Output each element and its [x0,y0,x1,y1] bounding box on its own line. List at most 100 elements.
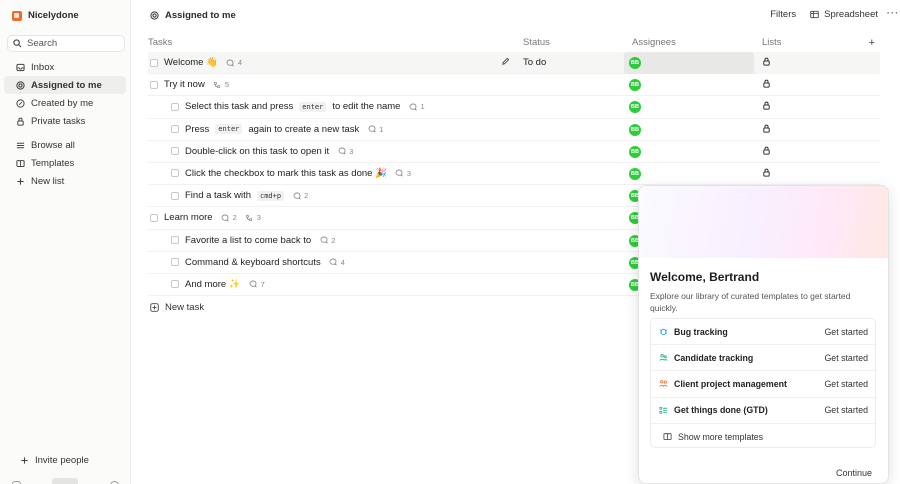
column-tasks[interactable]: Tasks [148,37,172,48]
task-name[interactable]: Double-click on this task to open it 3 [171,146,353,157]
template-item[interactable]: Get things done (GTD) Get started [651,398,875,424]
subtask-icon [213,80,222,89]
template-name: Client project management [674,378,787,389]
lock-icon [762,146,771,155]
new-task-button[interactable]: New task [150,302,204,313]
sidebar-item-assigned[interactable]: Assigned to me [4,76,126,94]
avatar: BB [629,101,641,114]
task-checkbox[interactable] [171,125,179,134]
table-row[interactable]: Double-click on this task to open it 3 BB [148,141,880,163]
more-options-icon[interactable]: ··· [886,8,900,19]
assignee-cell[interactable]: BB [624,52,754,74]
book-icon [16,159,25,168]
table-row[interactable]: Try it now 5 BB [148,74,880,97]
subtask-icon [245,213,254,222]
assignee-cell[interactable]: BB [624,119,754,141]
topbar: Assigned to me Filters Spreadsheet ··· [131,0,900,30]
tasks-view-icon[interactable] [52,478,78,484]
comment-count: 1 [408,102,425,111]
column-assignees[interactable]: Assignees [632,37,676,48]
assignee-cell[interactable]: BB [624,74,754,96]
comment-icon [249,280,258,289]
lock-icon [762,124,771,133]
task-name[interactable]: And more ✨ 7 [171,279,265,290]
task-checkbox[interactable] [171,102,179,111]
comment-icon [319,236,328,245]
task-name[interactable]: Select this task and press enter to edit t… [171,101,425,112]
sidebar-item-inbox[interactable]: Inbox [4,58,126,76]
task-name[interactable]: Try it now 5 [150,79,229,90]
show-more-label: Show more templates [678,431,764,442]
task-checkbox[interactable] [171,258,179,267]
comment-count: 7 [249,280,265,289]
workspace-switcher[interactable]: Nicelydone [0,0,130,31]
subtask-count: 3 [245,213,261,222]
task-checkbox[interactable] [171,191,179,200]
assignee-cell[interactable]: BB [624,96,754,118]
table-row[interactable]: Press enter again to create a new task 1 BB [148,119,880,141]
avatar: BB [629,123,641,136]
task-title-text: Find a task with [185,190,251,202]
template-name: Get things done (GTD) [674,405,768,416]
task-checkbox[interactable] [150,213,158,222]
comment-icon [395,169,404,178]
template-item[interactable]: Client project management Get started [651,371,875,398]
column-lists[interactable]: Lists [762,37,782,48]
add-column-icon[interactable]: + [869,37,875,49]
task-name[interactable]: Learn more 2 3 [150,212,261,223]
task-name[interactable]: Click the checkbox to mark this task as … [171,168,411,179]
status-cell[interactable]: To do [523,57,546,68]
sidebar-item-label: Templates [31,157,75,169]
template-item[interactable]: Candidate tracking Get started [651,345,875,372]
assignee-cell[interactable]: BB [624,163,754,185]
filters-button[interactable]: Filters [770,9,796,20]
task-title-text: Welcome 👋 [164,57,218,68]
task-checkbox[interactable] [171,169,179,178]
table-row[interactable]: Select this task and press enter to edit t… [148,96,880,119]
invite-people-button[interactable]: Invite people [8,451,89,469]
show-more-templates-button[interactable]: Show more templates [651,424,875,450]
spreadsheet-button[interactable]: Spreadsheet [810,9,878,20]
comment-count: 2 [319,236,335,245]
template-name: Candidate tracking [674,352,754,363]
comment-count: 4 [226,58,242,67]
edit-pencil-icon[interactable] [501,57,510,69]
lock-icon [762,101,771,110]
task-name[interactable]: Welcome 👋 4 [150,57,242,68]
task-checkbox[interactable] [150,80,158,89]
list-icon [16,141,25,150]
task-name[interactable]: Find a task with cmd+p 2 [171,190,308,201]
sidebar-item-browse[interactable]: Browse all [4,136,126,154]
comment-count: 3 [337,147,353,156]
sidebar-item-private[interactable]: Private tasks [4,112,126,130]
task-name[interactable]: Command & keyboard shortcuts 4 [171,257,345,268]
task-name[interactable]: Press enter again to create a new task 1 [171,124,383,135]
pencil-circle-icon [16,98,25,108]
assignee-cell[interactable]: BB [624,141,754,163]
comment-icon [367,125,376,134]
table-row[interactable]: Click the checkbox to mark this task as … [148,163,880,186]
template-list: Bug tracking Get started Candidate trackin… [650,318,876,448]
sidebar-item-created[interactable]: Created by me [4,94,126,112]
sidebar-item-new-list[interactable]: New list [4,172,126,190]
new-task-label: New task [165,302,205,313]
comment-icon [292,191,301,200]
task-checkbox[interactable] [150,58,158,67]
task-checkbox[interactable] [171,236,179,244]
template-item[interactable]: Bug tracking Get started [651,319,875,346]
task-name[interactable]: Favorite a list to come back to 2 [171,235,335,246]
comment-count-value: 7 [260,279,265,289]
view-controls: Filters Spreadsheet [770,9,878,20]
continue-button[interactable]: Continue [836,468,872,478]
get-started-button[interactable]: Get started [824,327,868,337]
get-started-button[interactable]: Get started [824,405,868,415]
avatar: BB [629,57,641,69]
get-started-button[interactable]: Get started [824,353,868,363]
task-checkbox[interactable] [171,147,179,156]
search-input[interactable]: Search [7,35,125,52]
get-started-button[interactable]: Get started [824,379,868,389]
table-row[interactable]: Welcome 👋 4 To do BB [148,52,880,75]
sidebar-item-templates[interactable]: Templates [4,154,126,172]
task-checkbox[interactable] [171,280,179,289]
column-status[interactable]: Status [523,37,550,48]
